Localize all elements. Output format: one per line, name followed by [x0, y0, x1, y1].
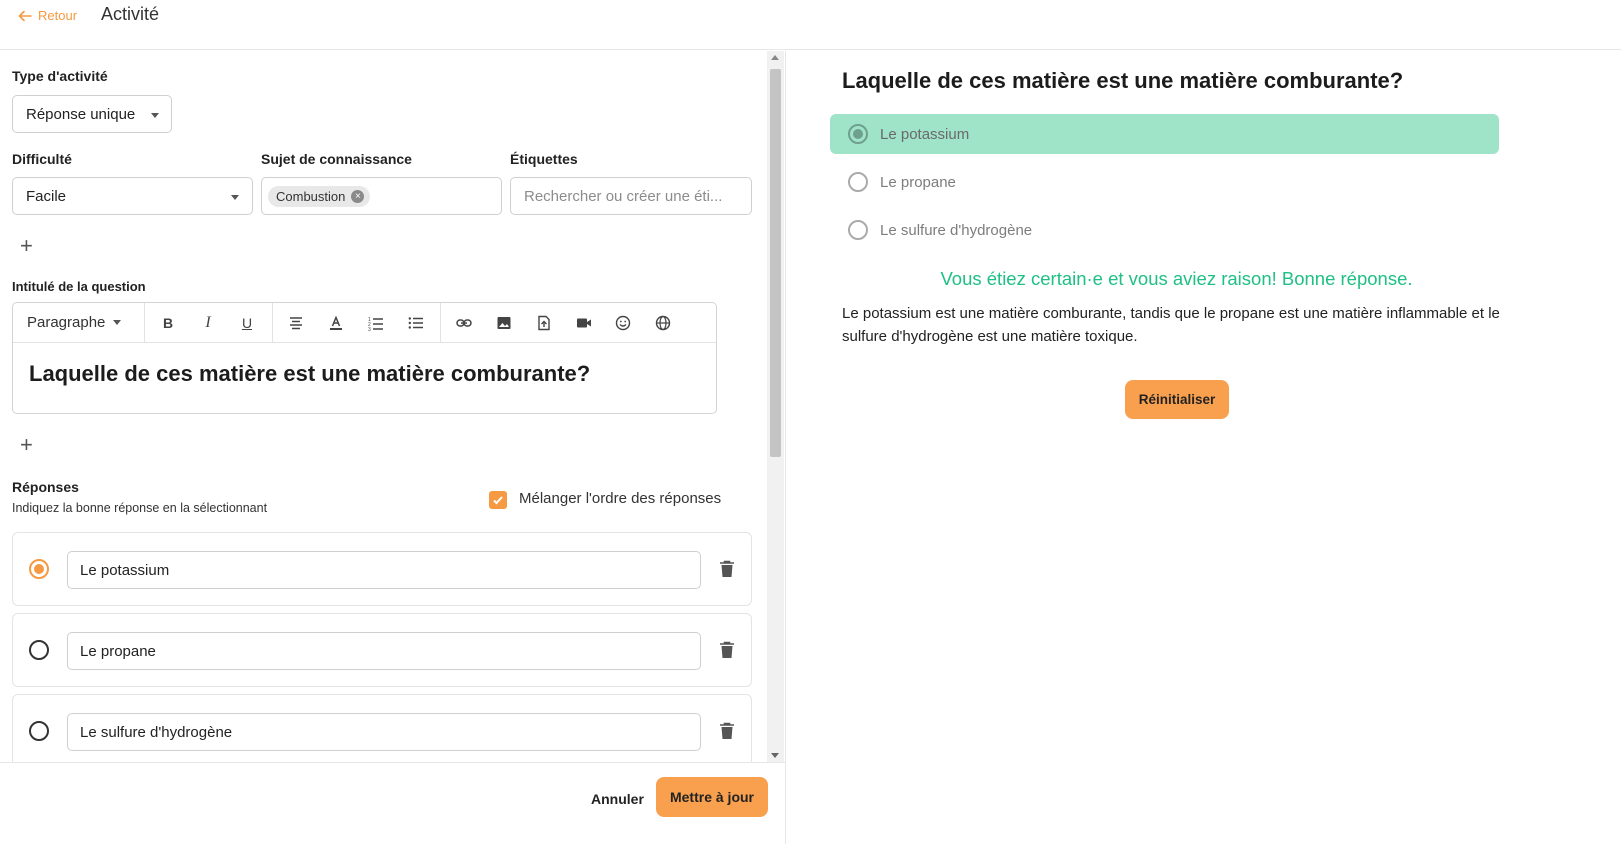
globe-icon[interactable]	[653, 313, 673, 333]
answer-radio[interactable]	[29, 559, 49, 579]
option-radio	[848, 220, 868, 240]
question-label: Intitulé de la question	[12, 279, 146, 294]
toolbar-divider	[272, 303, 273, 343]
back-label: Retour	[38, 8, 78, 23]
tags-label: Étiquettes	[510, 151, 578, 167]
answer-card: Le potassium	[12, 532, 752, 606]
align-center-icon[interactable]	[286, 313, 306, 333]
difficulty-value: Facile	[26, 187, 67, 205]
preview-option[interactable]: Le potassium	[830, 114, 1499, 154]
arrow-left-icon	[18, 10, 32, 21]
question-text[interactable]: Laquelle de ces matière est une matière …	[29, 361, 590, 387]
scroll-up-icon[interactable]	[771, 55, 779, 60]
answers-label: Réponses	[12, 479, 79, 495]
trash-icon[interactable]	[719, 560, 735, 578]
bold-icon[interactable]: B	[158, 313, 178, 333]
answer-radio[interactable]	[29, 721, 49, 741]
toolbar-divider	[440, 303, 441, 343]
answer-input[interactable]: Le potassium	[67, 551, 701, 589]
caret-down-icon	[113, 320, 122, 325]
difficulty-select[interactable]: Facile	[12, 177, 253, 215]
scroll-thumb[interactable]	[770, 69, 781, 457]
shuffle-label: Mélanger l'ordre des réponses	[519, 490, 722, 507]
add-field-icon[interactable]: +	[20, 434, 33, 456]
emoji-icon[interactable]	[613, 313, 633, 333]
option-label: Le propane	[880, 173, 956, 191]
back-link[interactable]: Retour	[18, 8, 77, 23]
preview-option[interactable]: Le propane	[830, 162, 1499, 202]
toolbar-divider	[144, 303, 145, 343]
svg-text:3: 3	[368, 327, 371, 331]
difficulty-label: Difficulté	[12, 151, 72, 167]
preview-option[interactable]: Le sulfure d'hydrogène	[830, 210, 1499, 250]
answer-radio[interactable]	[29, 640, 49, 660]
reset-button[interactable]: Réinitialiser	[1125, 380, 1229, 419]
scrollbar[interactable]	[767, 51, 784, 762]
editor-toolbar: Paragraphe B I U 123	[13, 303, 716, 343]
link-icon[interactable]	[454, 313, 474, 333]
activity-type-value: Réponse unique	[26, 105, 136, 123]
text-color-icon[interactable]	[326, 313, 346, 333]
answer-input[interactable]: Le propane	[67, 632, 701, 670]
tags-placeholder: Rechercher ou créer une éti...	[524, 187, 723, 205]
option-label: Le sulfure d'hydrogène	[880, 221, 1033, 239]
option-radio	[848, 172, 868, 192]
chip-label: Combustion	[276, 188, 346, 204]
remove-chip-icon[interactable]: ×	[351, 189, 365, 203]
check-icon	[493, 496, 503, 505]
page-title: Activité	[101, 4, 160, 24]
knowledge-chip: Combustion ×	[268, 185, 371, 207]
underline-icon[interactable]: U	[237, 313, 257, 333]
option-radio	[848, 124, 868, 144]
paragraph-format-select[interactable]: Paragraphe	[27, 314, 122, 331]
trash-icon[interactable]	[719, 722, 735, 740]
bullet-list-icon[interactable]	[406, 313, 426, 333]
answers-hint: Indiquez la bonne réponse en la sélectio…	[12, 501, 268, 515]
add-field-icon[interactable]: +	[20, 235, 33, 257]
explanation-text: Le potassium est une matière comburante,…	[842, 305, 1500, 345]
ordered-list-icon[interactable]: 123	[366, 313, 386, 333]
shuffle-checkbox[interactable]	[489, 491, 507, 509]
answer-input[interactable]: Le sulfure d'hydrogène	[67, 713, 701, 751]
knowledge-subject-field[interactable]: Combustion ×	[261, 177, 502, 215]
editor-footer: Annuler Mettre à jour	[0, 762, 785, 844]
feedback-message: Vous étiez certain·e et vous aviez raiso…	[940, 268, 1413, 289]
image-icon[interactable]	[494, 313, 514, 333]
preview-question: Laquelle de ces matière est une matière …	[842, 68, 1404, 93]
caret-down-icon	[151, 113, 159, 118]
option-label: Le potassium	[880, 125, 970, 143]
top-bar: Retour Activité	[0, 0, 1621, 50]
answer-card: Le sulfure d'hydrogène	[12, 694, 752, 768]
file-upload-icon[interactable]	[534, 313, 554, 333]
video-icon[interactable]	[574, 313, 594, 333]
caret-down-icon	[231, 195, 239, 200]
italic-icon[interactable]: I	[198, 313, 218, 333]
knowledge-subject-label: Sujet de connaissance	[261, 151, 412, 167]
question-editor[interactable]: Paragraphe B I U 123 Laquelle de ces mat…	[12, 302, 717, 414]
paragraph-format-value: Paragraphe	[27, 314, 106, 331]
answer-card: Le propane	[12, 613, 752, 687]
activity-type-select[interactable]: Réponse unique	[12, 95, 172, 133]
tags-input[interactable]: Rechercher ou créer une éti...	[510, 177, 752, 215]
scroll-down-icon[interactable]	[771, 753, 779, 758]
activity-type-label: Type d'activité	[12, 68, 108, 84]
trash-icon[interactable]	[719, 641, 735, 659]
update-button[interactable]: Mettre à jour	[656, 777, 768, 817]
cancel-button[interactable]: Annuler	[585, 787, 650, 811]
